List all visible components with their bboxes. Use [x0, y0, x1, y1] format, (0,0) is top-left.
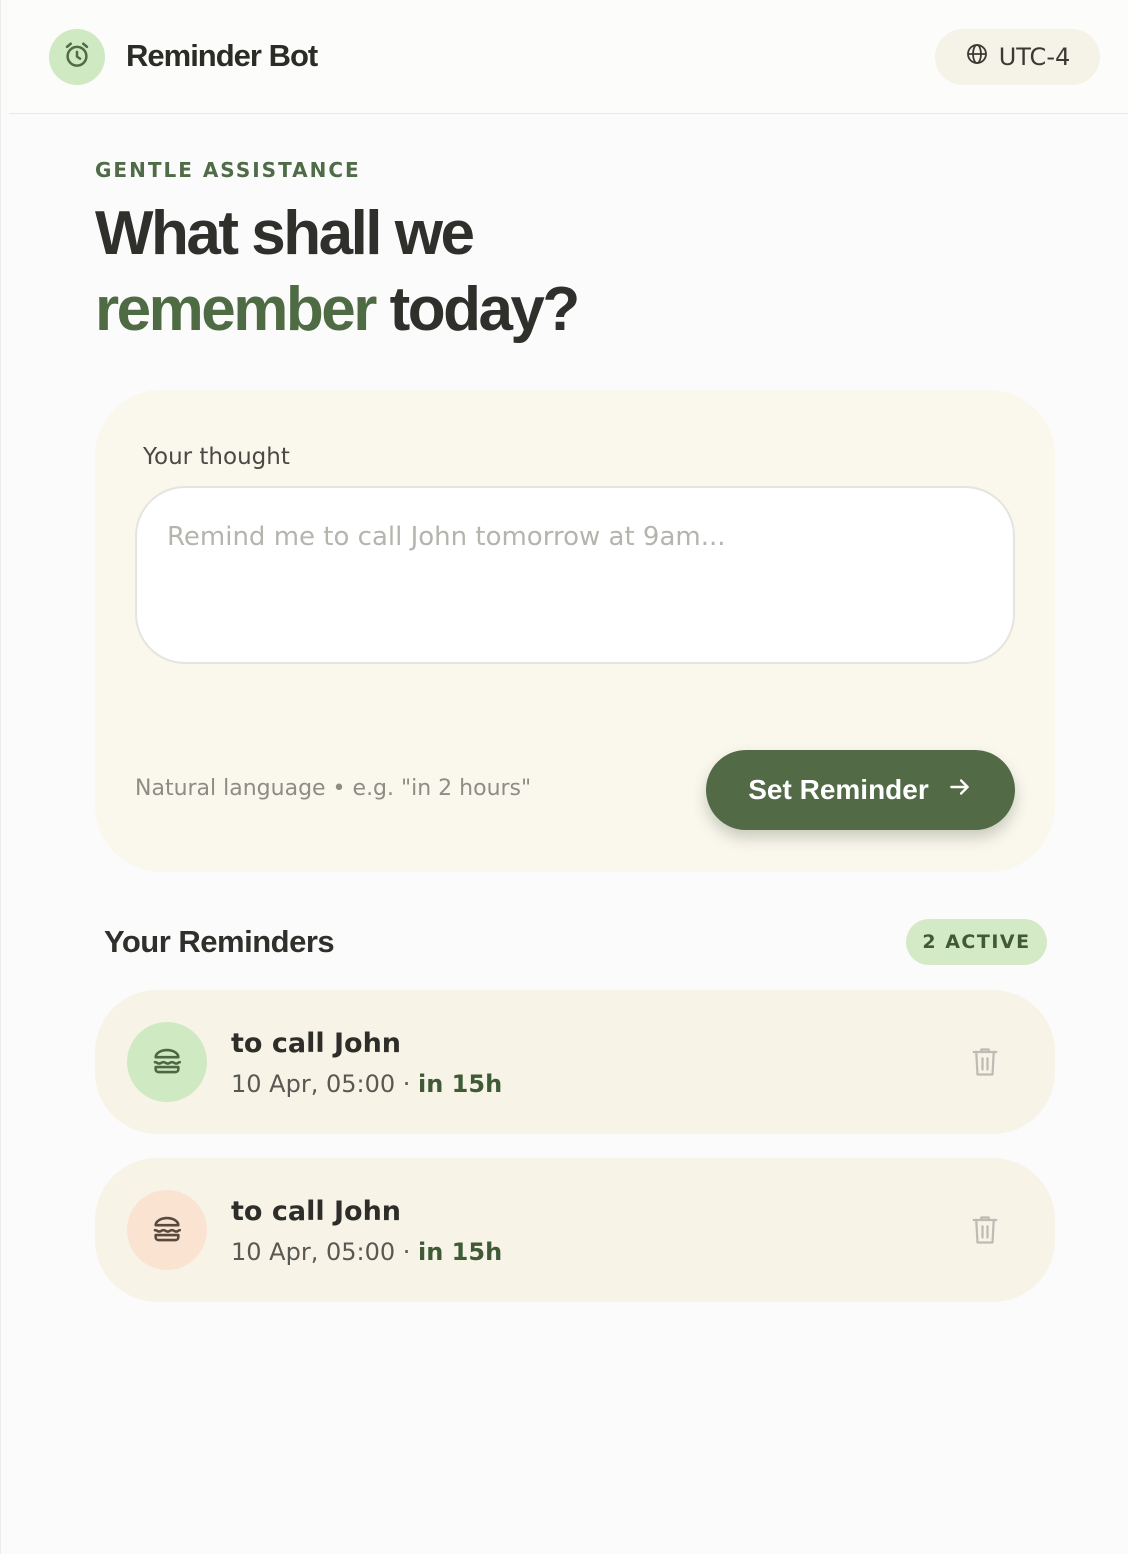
globe-icon: [965, 42, 989, 72]
title-accent-word: remember: [95, 275, 377, 344]
logo: [49, 29, 105, 85]
trash-icon: [970, 1213, 1000, 1251]
delete-reminder-button[interactable]: [967, 1214, 1003, 1250]
composer-card: Your thought Natural language • e.g. "in…: [95, 390, 1055, 872]
reminder-item[interactable]: to call John 10 Apr, 05:00 · in 15h: [95, 990, 1055, 1134]
reminder-relative-time: in 15h: [418, 1238, 503, 1266]
reminder-icon-badge: [127, 1022, 207, 1102]
thought-label: Your thought: [143, 444, 290, 470]
reminder-meta: 10 Apr, 05:00 · in 15h: [231, 1070, 503, 1098]
alarm-clock-icon: [62, 40, 92, 74]
reminder-datetime: 10 Apr, 05:00: [231, 1070, 396, 1098]
arrow-right-icon: [947, 774, 973, 807]
burger-icon: [150, 1043, 184, 1081]
burger-icon: [150, 1211, 184, 1249]
app-title: Reminder Bot: [126, 38, 318, 73]
trash-icon: [970, 1045, 1000, 1083]
eyebrow-text: GENTLE ASSISTANCE: [95, 158, 361, 182]
title-line-2: today?: [389, 275, 581, 344]
reminder-title: to call John: [231, 1028, 402, 1059]
set-reminder-button[interactable]: Set Reminder: [706, 750, 1015, 830]
thought-input[interactable]: [135, 486, 1015, 664]
reminder-relative-time: in 15h: [418, 1070, 503, 1098]
app-frame: Reminder Bot UTC-4 GENTLE ASSISTANCE Wha…: [0, 0, 1128, 1554]
reminder-datetime: 10 Apr, 05:00: [231, 1238, 396, 1266]
reminder-item[interactable]: to call John 10 Apr, 05:00 · in 15h: [95, 1158, 1055, 1302]
page-title: What shall we remember today?: [95, 196, 581, 348]
timezone-label: UTC-4: [998, 43, 1071, 71]
timezone-selector[interactable]: UTC-4: [935, 29, 1100, 85]
reminder-title: to call John: [231, 1196, 402, 1227]
reminders-heading: Your Reminders: [104, 924, 335, 959]
active-count-badge: 2 ACTIVE: [906, 919, 1047, 965]
reminder-meta: 10 Apr, 05:00 · in 15h: [231, 1238, 503, 1266]
delete-reminder-button[interactable]: [967, 1046, 1003, 1082]
set-reminder-label: Set Reminder: [748, 774, 929, 805]
input-hint: Natural language • e.g. "in 2 hours": [135, 776, 532, 801]
top-bar: Reminder Bot UTC-4: [9, 0, 1128, 114]
reminder-icon-badge: [127, 1190, 207, 1270]
title-line-1: What shall we: [95, 199, 475, 268]
